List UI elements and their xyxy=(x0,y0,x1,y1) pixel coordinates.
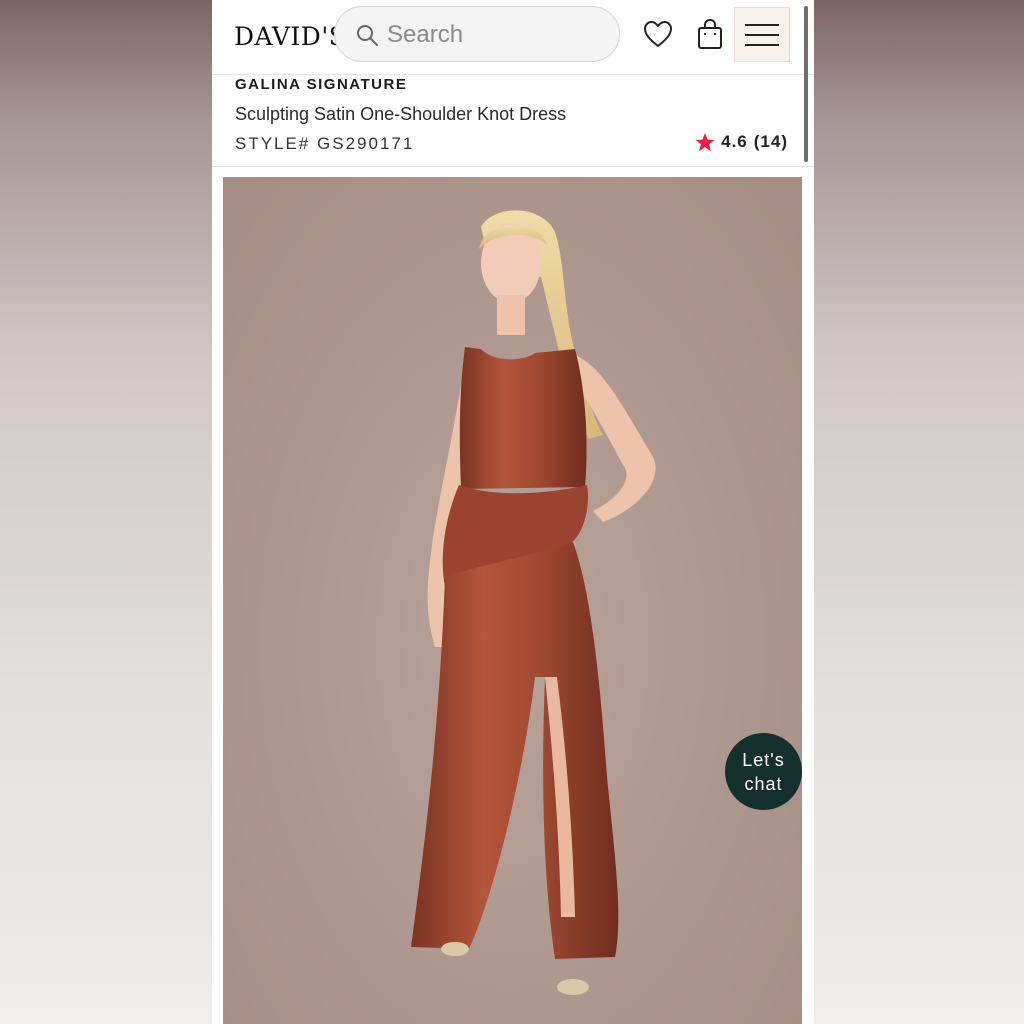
rating-value: 4.6 xyxy=(721,132,748,151)
product-brand[interactable]: GALINA SIGNATURE xyxy=(235,76,407,93)
search-input[interactable] xyxy=(385,15,609,55)
model-illustration xyxy=(411,210,656,995)
chat-button[interactable]: Let's chat xyxy=(725,733,802,810)
bag-icon xyxy=(698,18,722,49)
heart-icon xyxy=(644,21,672,47)
background-right xyxy=(814,0,1024,1024)
menu-icon xyxy=(745,23,779,46)
product-title: Sculpting Satin One-Shoulder Knot Dress xyxy=(235,104,567,124)
product-rating[interactable]: 4.6 (14) xyxy=(695,132,788,152)
phone-screen: DAVID'S Search GALINA SIGNATURE Sculptin… xyxy=(212,0,814,1024)
product-style-number: STYLE# GS290171 xyxy=(235,134,415,153)
wishlist-button[interactable] xyxy=(640,16,676,52)
search-bar[interactable] xyxy=(334,6,620,62)
background-left xyxy=(0,0,212,1024)
search-icon xyxy=(357,25,378,46)
product-image[interactable] xyxy=(223,177,802,1024)
star-icon xyxy=(695,132,715,151)
menu-button[interactable] xyxy=(734,7,790,62)
product-info: GALINA SIGNATURE Sculpting Satin One-Sho… xyxy=(212,74,814,167)
site-header: DAVID'S xyxy=(212,0,814,75)
chat-label-line2: chat xyxy=(744,773,783,794)
cart-button[interactable] xyxy=(692,16,728,52)
site-logo[interactable]: DAVID'S xyxy=(234,22,346,51)
review-count[interactable]: (14) xyxy=(754,132,788,152)
chat-label-line1: Let's xyxy=(742,749,785,770)
